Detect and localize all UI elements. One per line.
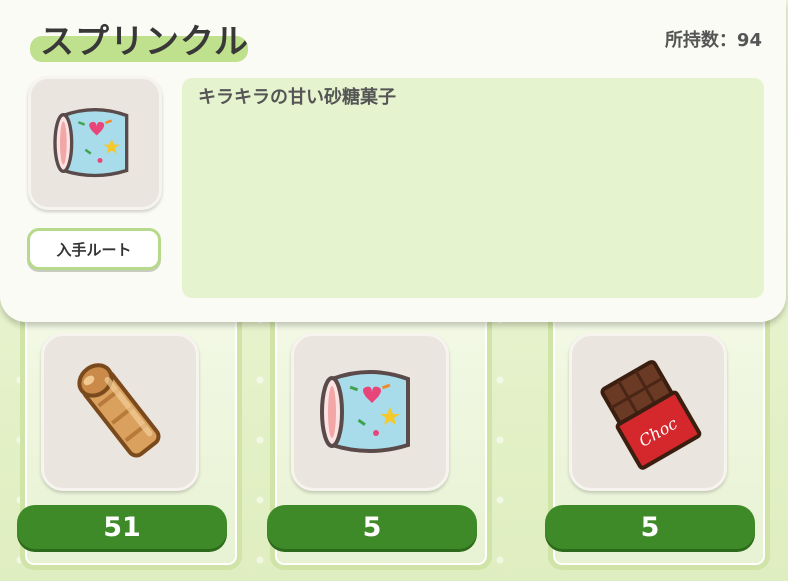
- title-area: スプリンクル: [30, 14, 248, 62]
- item-description: キラキラの甘い砂糖菓子: [198, 87, 396, 108]
- item-count: 5: [545, 505, 755, 549]
- item-slot[interactable]: [291, 333, 449, 491]
- sprinkle-roll-icon: [53, 108, 129, 178]
- cream-roll-icon: [77, 363, 161, 458]
- item-count: 51: [17, 505, 227, 549]
- sprinkle-roll-icon: [320, 370, 410, 453]
- item-icon-frame: [28, 76, 162, 210]
- inventory-card[interactable]: 51: [17, 300, 242, 570]
- item-name: スプリンクル: [40, 22, 249, 62]
- inventory-card[interactable]: Choc 5: [545, 300, 770, 570]
- owned-count: 所持数：94: [664, 30, 762, 51]
- item-count: 5: [267, 505, 477, 549]
- chocolate-bar-icon: Choc: [600, 360, 702, 470]
- inventory-card[interactable]: 5: [267, 300, 492, 570]
- item-detail-popup: スプリンクル 所持数：94 入手ルート キラキラの甘い砂糖菓子: [0, 0, 786, 322]
- item-slot[interactable]: Choc: [569, 333, 727, 491]
- item-slot[interactable]: [41, 333, 199, 491]
- acquisition-route-button[interactable]: 入手ルート: [27, 228, 161, 270]
- description-box: キラキラの甘い砂糖菓子: [182, 78, 764, 298]
